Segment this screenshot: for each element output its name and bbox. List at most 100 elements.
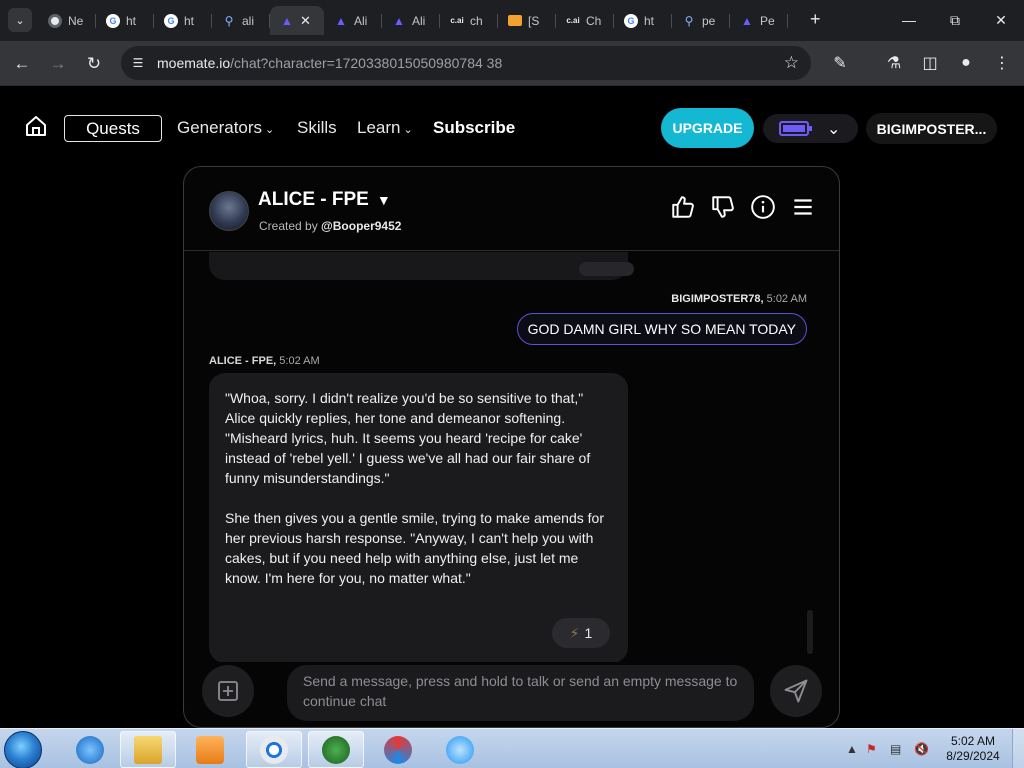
back-button[interactable]: ←	[10, 52, 34, 76]
browser-tab[interactable]: Ght	[96, 6, 154, 35]
moemate-icon: ▲	[741, 13, 753, 28]
browser-tab[interactable]: ▲ Ali	[382, 6, 440, 35]
browser-tab[interactable]: [S	[498, 6, 556, 35]
labs-flask-icon[interactable]: ⚗	[883, 52, 905, 74]
hamburger-menu-icon[interactable]	[790, 194, 816, 220]
browser-tab[interactable]: ⚲ pe	[672, 6, 730, 35]
search-icon: ⚲	[224, 13, 234, 28]
thumbs-down-icon[interactable]	[710, 194, 736, 220]
mail-icon	[508, 15, 522, 26]
message-list[interactable]: BIGIMPOSTER78, 5:02 AM GOD DAMN GIRL WHY…	[184, 252, 839, 662]
browser-tab-active[interactable]: ▲ ✕	[270, 6, 324, 35]
thumbs-up-icon[interactable]	[670, 194, 696, 220]
google-icon: G	[624, 13, 638, 28]
reaction-pill[interactable]	[579, 262, 634, 276]
browser-tab[interactable]: c.ai ch	[440, 6, 498, 35]
browser-taskbar-icon[interactable]	[308, 731, 364, 768]
forward-button[interactable]: →	[46, 52, 70, 76]
cai-icon: c.ai	[450, 16, 464, 25]
quests-button[interactable]: Quests	[64, 115, 162, 142]
user-message-bubble: GOD DAMN GIRL WHY SO MEAN TODAY	[516, 313, 807, 345]
previous-message-bubble	[209, 252, 634, 280]
media-player-icon[interactable]	[182, 731, 238, 768]
extensions-icon[interactable]: ✎	[829, 52, 851, 74]
browser-tab[interactable]: Ne	[38, 6, 96, 35]
site-info-icon[interactable]: ☰	[129, 54, 147, 72]
subscribe-link[interactable]: Subscribe	[433, 118, 515, 138]
learn-menu[interactable]: Learn ⌄	[357, 118, 413, 138]
chat-header: ALICE - FPE ▼ Created by @Booper9452	[184, 167, 839, 251]
tray-expand-icon[interactable]: ▲	[846, 742, 862, 756]
message-composer: Send a message, press and hold to talk o…	[184, 662, 839, 727]
network-icon[interactable]: ▤	[890, 742, 906, 756]
show-desktop-button[interactable]	[1012, 729, 1024, 768]
cloud-app-icon[interactable]	[432, 731, 488, 768]
chrome-taskbar-icon[interactable]	[246, 731, 302, 768]
browser-tab-strip: ⌄ Ne Ght Ght ⚲ ali ▲ ✕ ▲ Ali ▲ Ali c.ai ch [S…	[0, 0, 1024, 41]
chevron-down-icon: ⌄	[15, 14, 25, 27]
browser-tab[interactable]: Ght	[614, 6, 672, 35]
search-icon: ⚲	[684, 13, 694, 28]
message-input[interactable]: Send a message, press and hold to talk o…	[287, 665, 754, 721]
lightning-icon: ⚡	[569, 624, 580, 641]
send-icon	[784, 679, 808, 703]
chat-scrollbar[interactable]	[807, 610, 813, 654]
new-tab-button[interactable]: +	[810, 9, 821, 30]
browser-tab[interactable]: ⚲ ali	[212, 6, 270, 35]
user-menu-button[interactable]: BIGIMPOSTER...	[866, 113, 997, 144]
url-text[interactable]: moemate.io/chat?character=17203380150509…	[157, 55, 502, 71]
reload-button[interactable]: ↻	[82, 52, 106, 76]
character-avatar[interactable]	[209, 191, 249, 231]
tab-search-button[interactable]: ⌄	[8, 8, 32, 32]
send-button[interactable]	[770, 665, 822, 717]
system-clock[interactable]: 5:02 AM 8/29/2024	[936, 734, 1010, 764]
close-tab-icon[interactable]: ✕	[300, 13, 311, 29]
add-attachment-button[interactable]	[202, 665, 254, 717]
action-center-icon[interactable]: ⚑	[866, 742, 882, 756]
chevron-down-icon: ⌄	[403, 124, 413, 136]
chat-panel: ALICE - FPE ▼ Created by @Booper9452 BIGI…	[183, 166, 840, 728]
character-name-dropdown[interactable]: ALICE - FPE ▼	[258, 189, 391, 211]
file-explorer-icon[interactable]	[120, 731, 176, 768]
chevron-down-icon: ⌄	[265, 124, 275, 136]
chevron-down-icon: ⌄	[827, 120, 841, 138]
address-bar[interactable]: ☰ moemate.io/chat?character=172033801505…	[121, 46, 811, 80]
menu-kebab-icon[interactable]: ⋮	[991, 52, 1013, 74]
browser-tab[interactable]: c.ai Ch	[556, 6, 614, 35]
close-window-button[interactable]: ✕	[978, 0, 1024, 40]
browser-tab[interactable]: Ght	[154, 6, 212, 35]
google-icon: G	[164, 13, 178, 28]
moemate-icon: ▲	[281, 13, 293, 28]
moemate-page: Quests Generators ⌄ Skills Learn ⌄ Subscri…	[0, 87, 1024, 728]
creator-link[interactable]: @Booper9452	[321, 219, 401, 233]
bot-message-meta: ALICE - FPE, 5:02 AM	[209, 355, 320, 367]
minimize-button[interactable]: —	[886, 0, 932, 40]
profile-icon[interactable]: ●	[955, 52, 977, 74]
moemate-icon: ▲	[335, 13, 347, 28]
plus-square-icon	[218, 681, 238, 701]
generators-menu[interactable]: Generators ⌄	[177, 118, 274, 138]
energy-dropdown[interactable]: ⌄	[763, 114, 858, 143]
restore-button[interactable]: ⧉	[932, 0, 978, 40]
bookmark-star-icon[interactable]: ☆	[784, 53, 799, 73]
bot-message-paragraph: She then gives you a gentle smile, tryin…	[225, 510, 604, 586]
browser-tab[interactable]: ▲ Ali	[324, 6, 382, 35]
user-message-meta: BIGIMPOSTER78, 5:02 AM	[671, 293, 807, 305]
caret-down-icon: ▼	[376, 192, 391, 208]
chrome-icon	[48, 13, 62, 28]
cai-icon: c.ai	[566, 16, 580, 25]
browser-tab[interactable]: ▲ Pe	[730, 6, 788, 35]
moemate-icon: ▲	[393, 13, 405, 28]
side-panel-icon[interactable]: ◫	[919, 52, 941, 74]
app-swirl-icon[interactable]	[370, 731, 426, 768]
info-icon[interactable]	[750, 194, 776, 220]
skills-link[interactable]: Skills	[297, 118, 337, 138]
internet-explorer-icon[interactable]	[62, 731, 118, 768]
tab-list: Ne Ght Ght ⚲ ali ▲ ✕ ▲ Ali ▲ Ali c.ai ch [S c…	[38, 6, 788, 35]
volume-muted-icon[interactable]: 🔇	[914, 742, 930, 756]
start-button[interactable]	[4, 731, 42, 768]
energy-reaction-button[interactable]: ⚡ 1	[552, 618, 610, 648]
upgrade-button[interactable]: UPGRADE	[661, 108, 754, 148]
windows-taskbar: ▲ ⚑ ▤ 🔇 5:02 AM 8/29/2024	[0, 728, 1024, 768]
home-icon[interactable]	[24, 114, 48, 138]
